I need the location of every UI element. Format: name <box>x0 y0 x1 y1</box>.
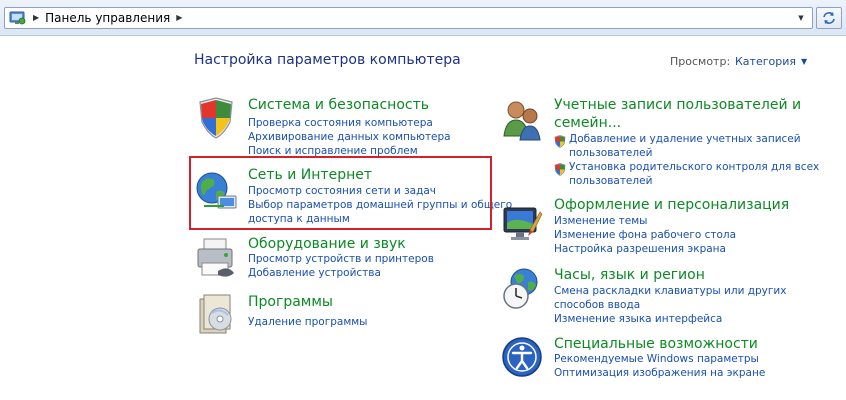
control-panel-icon <box>9 10 27 26</box>
link-recommended-settings[interactable]: Рекомендуемые Windows параметры <box>554 352 759 366</box>
users-icon <box>500 98 544 142</box>
highlight-box <box>189 156 492 230</box>
link-add-remove-accounts[interactable]: Добавление и удаление учетных записей <box>569 132 801 146</box>
category-title-ease-of-access[interactable]: Специальные возможности <box>554 335 758 353</box>
link-change-keyboard-input-cont[interactable]: способов ввода <box>554 298 640 312</box>
shield-flag-icon <box>194 96 238 140</box>
refresh-icon <box>823 12 835 24</box>
view-by-label: Просмотр: <box>670 55 731 68</box>
link-change-desktop-background[interactable]: Изменение фона рабочего стола <box>554 228 736 242</box>
category-clock-language-region: Часы, язык и регион Смена раскладки клав… <box>500 266 800 328</box>
category-title-user-accounts[interactable]: Учетные записи пользователей и <box>554 96 801 114</box>
address-bar[interactable]: ▶ Панель управления ▶ ▼ <box>4 7 813 29</box>
address-bar-strip: ▶ Панель управления ▶ ▼ <box>0 0 846 36</box>
category-appearance: Оформление и персонализация Изменение те… <box>500 196 800 258</box>
category-title-appearance[interactable]: Оформление и персонализация <box>554 196 789 214</box>
breadcrumb-arrow-icon[interactable]: ▶ <box>176 14 182 22</box>
printer-icon <box>194 235 238 279</box>
category-system-security: Система и безопасность Проверка состояни… <box>194 96 484 160</box>
view-by-dropdown[interactable]: Категория ▼ <box>735 55 807 68</box>
category-title-system-security[interactable]: Система и безопасность <box>248 96 429 114</box>
accessibility-icon <box>500 335 544 379</box>
category-title-hardware-sound[interactable]: Оборудование и звук <box>248 235 406 253</box>
address-dropdown-icon[interactable]: ▼ <box>794 8 808 28</box>
category-programs: Программы Удаление программы <box>194 293 484 341</box>
link-check-computer-status[interactable]: Проверка состояния компьютера <box>248 116 433 130</box>
category-title-programs[interactable]: Программы <box>248 293 333 311</box>
programs-disc-icon <box>194 293 238 337</box>
refresh-button[interactable] <box>816 7 842 29</box>
breadcrumb-arrow-icon[interactable]: ▶ <box>33 14 39 22</box>
page-title: Настройка параметров компьютера <box>194 52 461 68</box>
link-add-remove-accounts-cont[interactable]: пользователей <box>569 146 652 160</box>
category-title-user-accounts-cont[interactable]: семейн... <box>554 114 621 132</box>
category-hardware-sound: Оборудование и звук Просмотр устройств и… <box>194 235 484 285</box>
chevron-down-icon[interactable]: ▼ <box>801 57 807 66</box>
link-adjust-screen-resolution[interactable]: Настройка разрешения экрана <box>554 242 726 256</box>
breadcrumb-control-panel[interactable]: Панель управления <box>45 11 170 25</box>
monitor-brush-icon <box>500 202 544 246</box>
category-user-accounts: Учетные записи пользователей и семейн...… <box>500 96 819 188</box>
link-parental-controls-cont[interactable]: пользователей <box>569 174 652 188</box>
link-view-devices-printers[interactable]: Просмотр устройств и принтеров <box>248 252 434 266</box>
link-change-theme[interactable]: Изменение темы <box>554 214 647 228</box>
category-ease-of-access: Специальные возможности Рекомендуемые Wi… <box>500 335 800 385</box>
link-parental-controls[interactable]: Установка родительского контроля для все… <box>569 160 819 174</box>
clock-globe-icon <box>500 266 544 310</box>
uac-shield-icon <box>554 161 566 176</box>
link-add-device[interactable]: Добавление устройства <box>248 266 381 280</box>
uac-shield-icon <box>554 133 566 148</box>
link-change-display-language[interactable]: Изменение языка интерфейса <box>554 312 722 326</box>
link-backup-computer[interactable]: Архивирование данных компьютера <box>248 130 451 144</box>
view-by-value[interactable]: Категория <box>735 55 796 68</box>
category-title-clock-language-region[interactable]: Часы, язык и регион <box>554 266 705 284</box>
link-change-keyboard-input[interactable]: Смена раскладки клавиатуры или других <box>554 284 786 298</box>
link-uninstall-program[interactable]: Удаление программы <box>248 315 367 329</box>
link-optimize-visual-display[interactable]: Оптимизация изображения на экране <box>554 366 765 380</box>
